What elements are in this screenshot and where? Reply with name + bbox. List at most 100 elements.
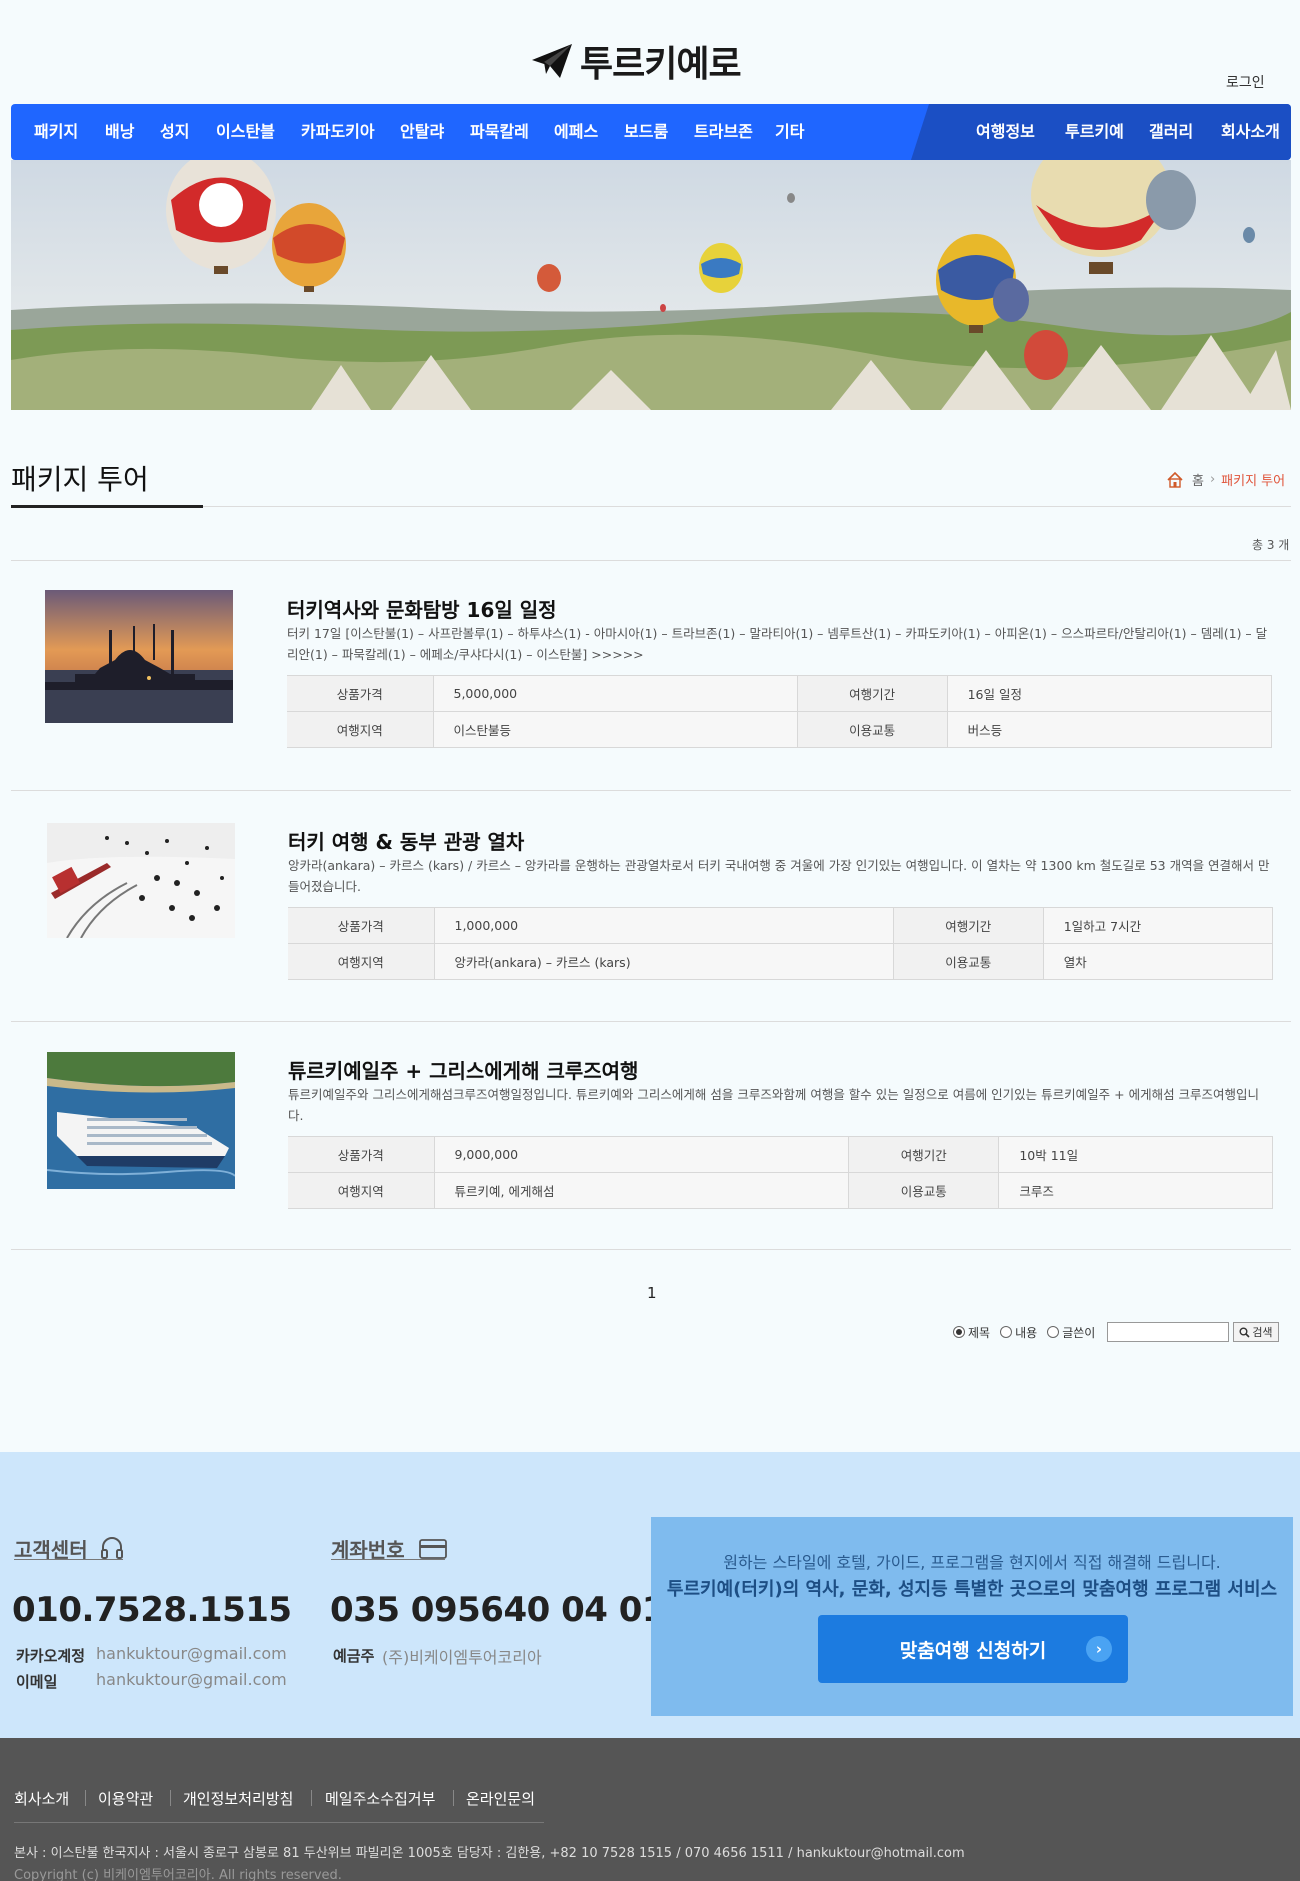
search-option-content[interactable]: 내용: [1000, 1324, 1037, 1341]
price-label: 상품가격: [288, 907, 434, 944]
hero-banner: [11, 160, 1291, 410]
radio-writer[interactable]: [1047, 1326, 1060, 1338]
custom-travel-apply-button[interactable]: 맞춤여행 신청하기 ›: [818, 1615, 1128, 1683]
transport-value: 열차: [1042, 943, 1274, 980]
tour-title[interactable]: 터키 여행 & 동부 관광 열차: [288, 826, 524, 855]
breadcrumb-home[interactable]: 홈: [1192, 470, 1204, 489]
region-label: 여행지역: [287, 711, 433, 748]
promo-line-1: 원하는 스타일에 호텔, 가이드, 프로그램을 현지에서 직접 해결해 드립니다…: [723, 1553, 1221, 1572]
tour-description: 앙카라(ankara) – 카르스 (kars) / 카르스 – 앙카라를 운행…: [288, 858, 1270, 894]
credit-card-icon: [418, 1538, 447, 1559]
custom-travel-promo: 원하는 스타일에 호텔, 가이드, 프로그램을 현지에서 직접 해결해 드립니다…: [651, 1517, 1293, 1716]
period-value: 1일하고 7시간: [1042, 907, 1274, 944]
home-icon[interactable]: [1166, 471, 1184, 489]
istanbul-sunset-image: [45, 590, 233, 723]
nav-item-gallery[interactable]: 갤러리: [1149, 104, 1193, 160]
holder-value: (주)비케이엠투어코리아: [382, 1648, 542, 1667]
tour-description: 튜르키예일주와 그리스에게해섬크루즈여행일정입니다. 튜르키예와 그리스에게해 …: [288, 1087, 1260, 1123]
kakao-value: hankuktour@gmail.com: [96, 1644, 287, 1663]
nav-item-ephesus[interactable]: 에페스: [554, 104, 598, 160]
transport-value: 버스등: [946, 711, 1273, 748]
tour-title[interactable]: 터키역사와 문화탐방 16일 일정: [287, 594, 557, 623]
price-label: 상품가격: [287, 675, 433, 712]
login-link[interactable]: 로그인: [1226, 72, 1265, 92]
search-option-writer[interactable]: 글쓴이: [1047, 1324, 1095, 1341]
list-bottom-divider: [11, 1249, 1291, 1250]
nav-item-bodrum[interactable]: 보드룸: [624, 104, 668, 160]
paper-plane-icon: [532, 44, 572, 78]
main-nav: 패키지 배낭 성지 이스탄블 카파도키아 안탈랴 파묵칼레 에페스 보드룸 트라…: [11, 104, 1291, 160]
promo-line-2: 투르키예(터키)의 역사, 문화, 성지등 특별한 곳으로의 맞춤여행 프로그램…: [666, 1579, 1278, 1600]
nav-item-travel-info[interactable]: 여행정보: [976, 104, 1035, 160]
search-bar: 제목 내용 글쓴이 검색: [953, 1322, 1279, 1342]
chevron-right-icon: ›: [1209, 472, 1216, 487]
balloon-landscape-image: [11, 160, 1291, 410]
price-value: 9,000,000: [433, 1136, 850, 1173]
search-button-label: 검색: [1252, 1326, 1273, 1339]
arrow-right-icon: ›: [1086, 1636, 1112, 1662]
logo-text: 투르키예로: [580, 44, 742, 85]
nav-item-package[interactable]: 패키지: [34, 104, 78, 160]
price-value: 5,000,000: [432, 675, 798, 712]
footer-links-underline: [14, 1822, 544, 1823]
nav-item-cappadocia[interactable]: 카파도키아: [301, 104, 375, 160]
nav-item-antalya[interactable]: 안탈랴: [400, 104, 444, 160]
tour-description: 터키 17일 [이스탄불(1) – 사프란볼루(1) – 하투샤스(1) - 아…: [287, 626, 1268, 662]
period-label: 여행기간: [848, 1136, 999, 1173]
region-label: 여행지역: [288, 1172, 434, 1209]
radio-content[interactable]: [1000, 1326, 1013, 1338]
footer-link-privacy[interactable]: 개인정보처리방침: [183, 1788, 293, 1809]
nav-item-backpack[interactable]: 배낭: [105, 104, 134, 160]
title-divider: [11, 506, 1291, 507]
site-logo[interactable]: 투르키예로: [530, 36, 742, 86]
transport-value: 크루즈: [998, 1172, 1273, 1209]
kakao-label: 카카오계정: [16, 1647, 86, 1665]
footer-link-about[interactable]: 회사소개: [14, 1788, 69, 1809]
tour-thumbnail[interactable]: [47, 823, 235, 938]
tour-thumbnail[interactable]: [45, 590, 233, 723]
title-underline: [11, 505, 203, 508]
email-value[interactable]: hankuktour@gmail.com: [96, 1670, 287, 1689]
search-option-title[interactable]: 제목: [953, 1324, 990, 1341]
apply-button-label: 맞춤여행 신청하기: [899, 1639, 1047, 1662]
nav-item-etc[interactable]: 기타: [775, 104, 804, 160]
footer-link-inquiry[interactable]: 온라인문의: [466, 1788, 535, 1809]
tour-divider: [11, 790, 1291, 791]
footer-link-email-reject[interactable]: 메일주소수집거부: [325, 1788, 435, 1809]
customer-center-underline: [14, 1559, 123, 1560]
total-count: 총 3 개: [1252, 538, 1290, 552]
tour-info-table: 상품가격 1,000,000 여행기간 1일하고 7시간 여행지역 앙카라(an…: [288, 907, 1274, 980]
tour-title[interactable]: 튜르키예일주 + 그리스에게해 크루즈여행: [288, 1055, 638, 1084]
footer-link-separator: [453, 1790, 454, 1806]
transport-label: 이용교통: [797, 711, 948, 748]
account-underline: [331, 1559, 445, 1560]
tour-info-table: 상품가격 5,000,000 여행기간 16일 일정 여행지역 이스탄불등 이용…: [287, 675, 1273, 748]
region-value: 앙카라(ankara) – 카르스 (kars): [433, 943, 894, 980]
pagination-current[interactable]: 1: [647, 1284, 657, 1302]
transport-label: 이용교통: [848, 1172, 999, 1209]
nav-item-about[interactable]: 회사소개: [1221, 104, 1280, 160]
region-label: 여행지역: [288, 943, 434, 980]
footer-bottom: 회사소개 이용약관 개인정보처리방침 메일주소수집거부 온라인문의 본사 : 이…: [0, 1738, 1300, 1881]
nav-item-turkiye[interactable]: 투르키예: [1065, 104, 1124, 160]
radio-content-label: 내용: [1015, 1325, 1038, 1340]
nav-item-holy-land[interactable]: 성지: [160, 104, 189, 160]
price-label: 상품가격: [288, 1136, 434, 1173]
period-value: 16일 일정: [946, 675, 1273, 712]
nav-item-istanbul[interactable]: 이스탄블: [216, 104, 275, 160]
company-address: 본사 : 이스탄불 한국지사 : 서울시 종로구 삼봉로 81 두산위브 파빌리…: [14, 1846, 965, 1861]
tour-thumbnail[interactable]: [47, 1052, 235, 1189]
phone-number[interactable]: 010.7528.1515: [12, 1590, 292, 1630]
search-input[interactable]: [1107, 1322, 1230, 1342]
nav-item-trabzon[interactable]: 트라브존: [694, 104, 753, 160]
headset-icon: [100, 1536, 123, 1559]
radio-title-label: 제목: [968, 1325, 991, 1340]
nav-item-pamukkale[interactable]: 파묵칼레: [470, 104, 529, 160]
footer-link-separator: [85, 1790, 86, 1806]
footer-link-terms[interactable]: 이용약관: [98, 1788, 153, 1809]
period-value: 10박 11일: [998, 1136, 1273, 1173]
search-button[interactable]: 검색: [1233, 1322, 1279, 1342]
footer-link-separator: [311, 1790, 312, 1806]
holder-label: 예금주: [333, 1647, 375, 1665]
radio-title[interactable]: [953, 1326, 965, 1338]
